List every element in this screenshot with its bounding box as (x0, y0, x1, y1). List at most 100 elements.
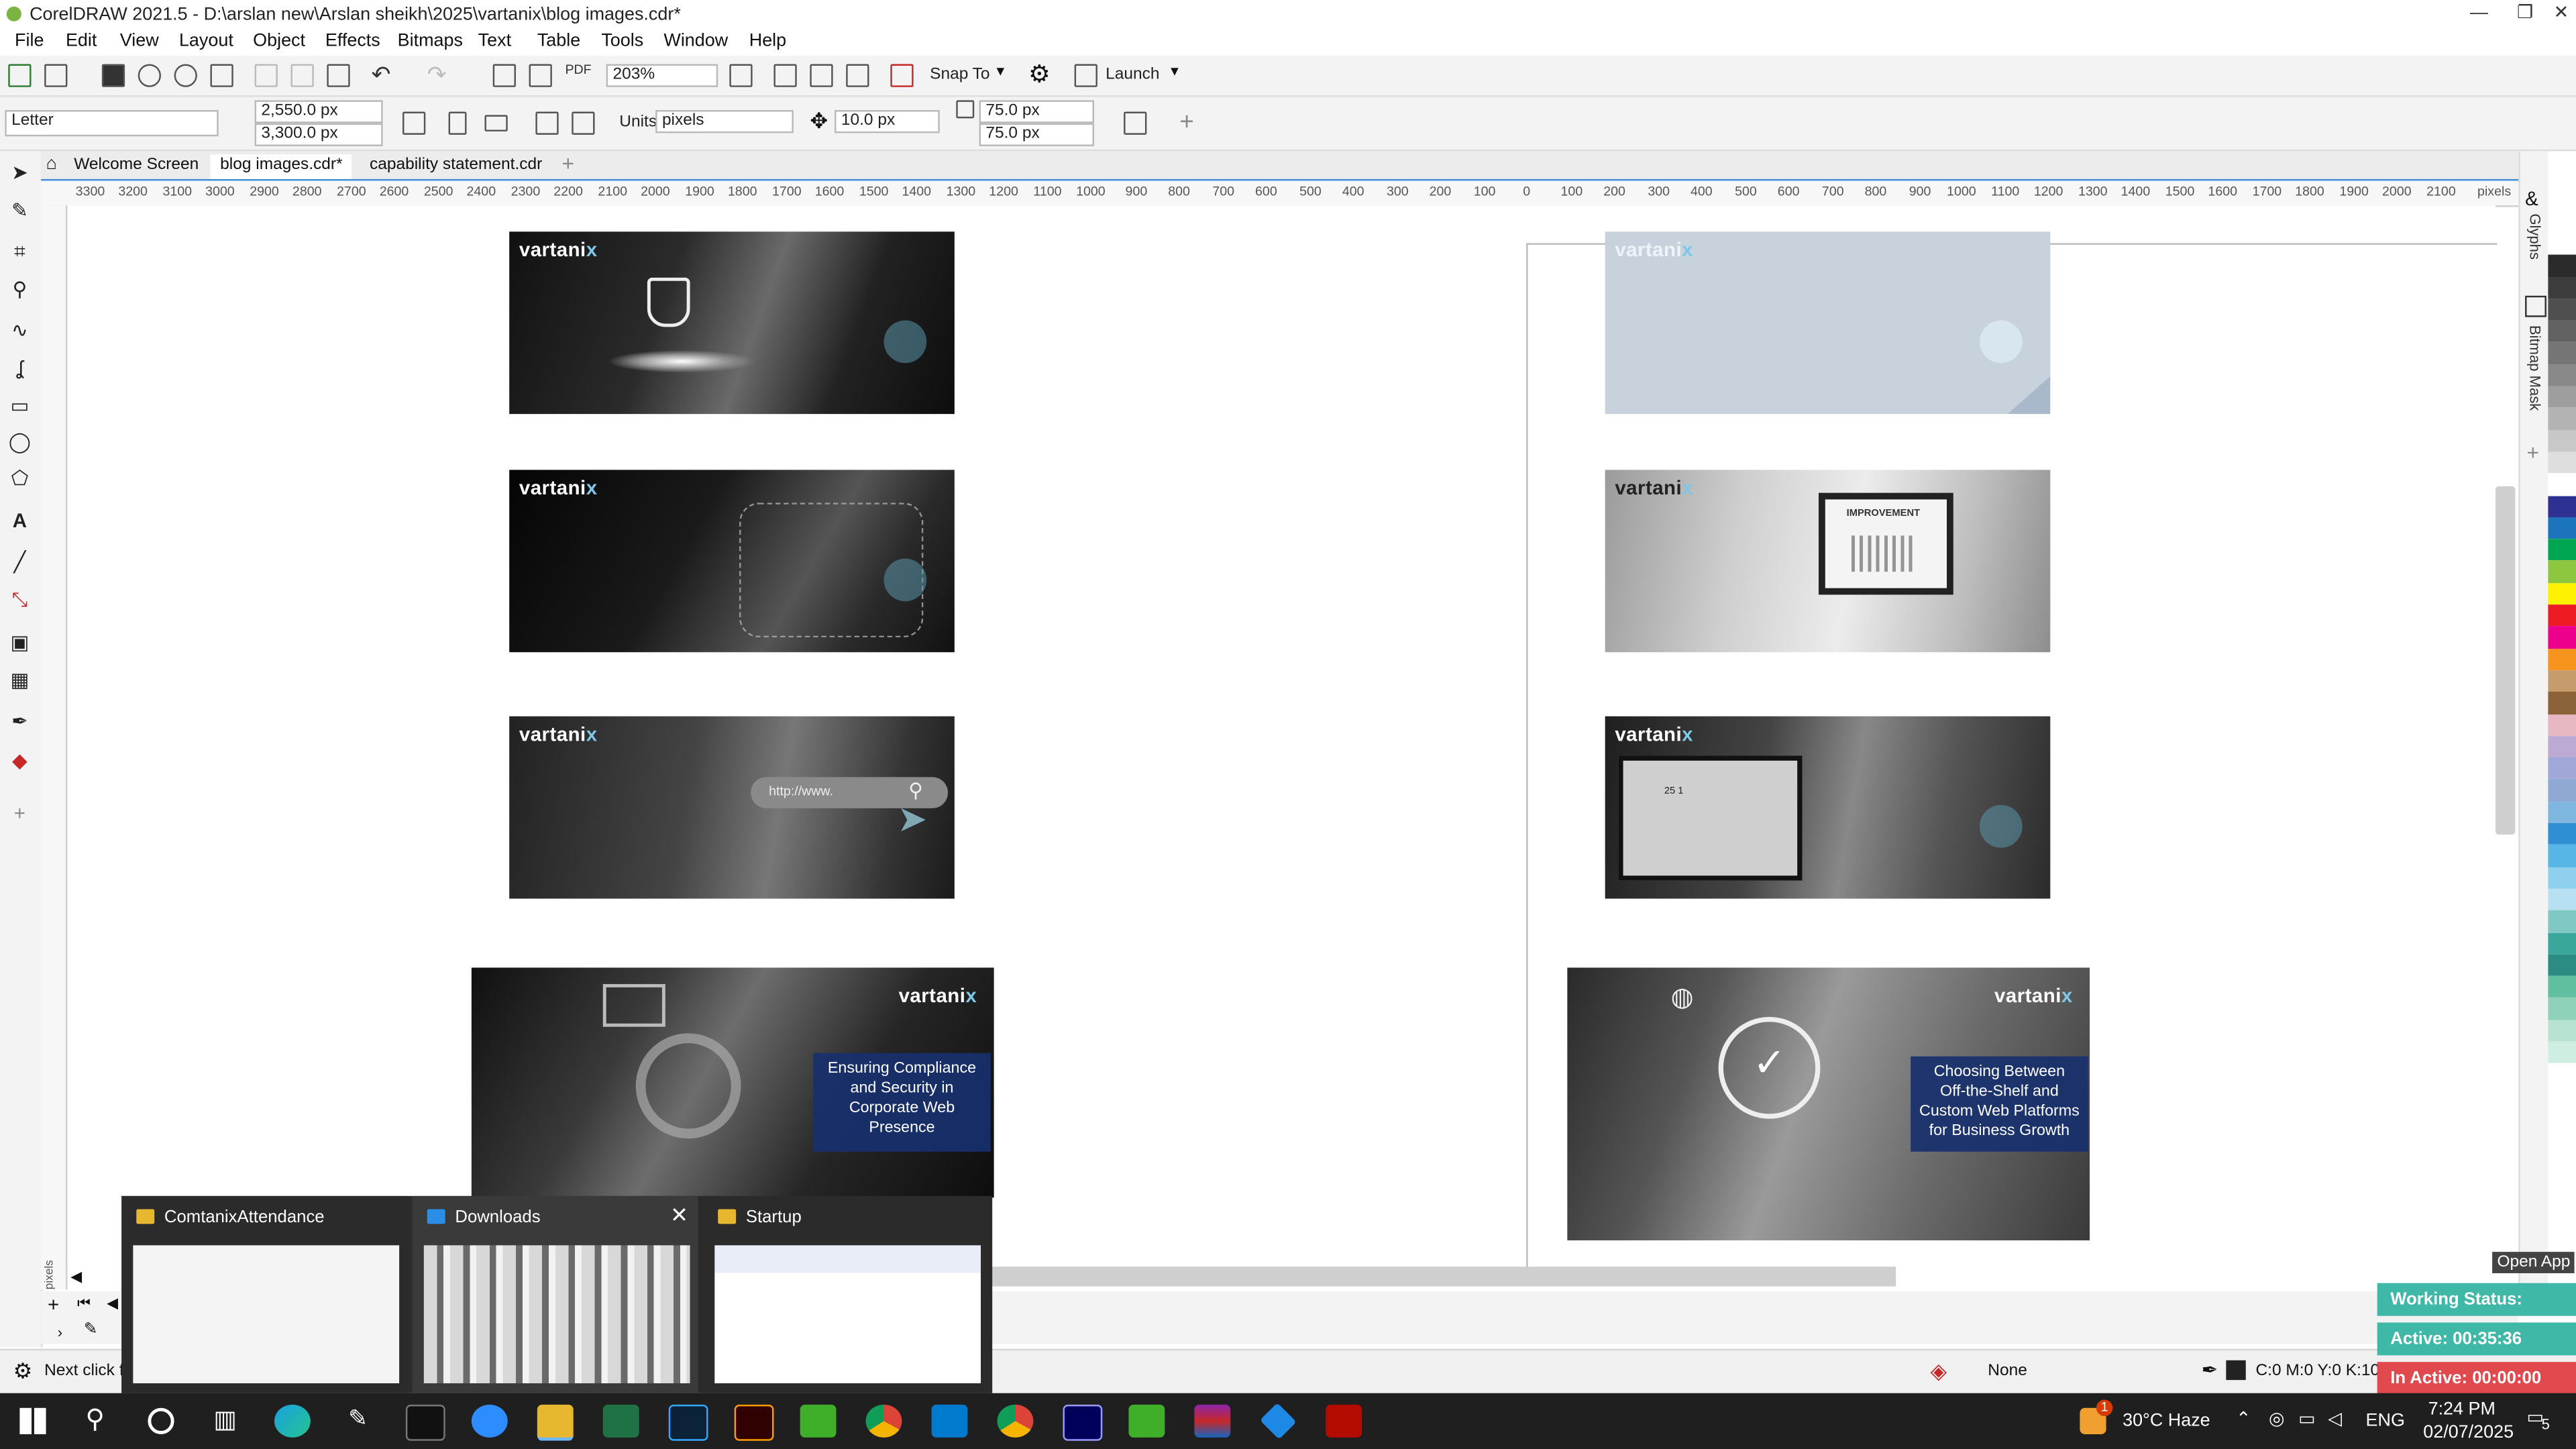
artistic-media-icon[interactable]: ʆ (8, 356, 31, 379)
palette-swatch[interactable] (2548, 822, 2576, 845)
winrar-icon[interactable] (1194, 1404, 1231, 1438)
vertical-scrollbar[interactable] (2496, 486, 2516, 835)
alignment-guides-icon[interactable] (890, 64, 914, 87)
palette-swatch[interactable] (2548, 779, 2576, 802)
palette-swatch[interactable] (2548, 1020, 2576, 1042)
search-icon[interactable]: ⚲ (85, 1403, 105, 1436)
all-pages-icon[interactable] (535, 111, 559, 135)
palette-swatch[interactable] (2548, 867, 2576, 889)
tab-blog-images[interactable]: blog images.cdr* (210, 154, 353, 179)
terminal-icon[interactable] (405, 1404, 445, 1441)
palette-swatch[interactable] (2548, 408, 2576, 430)
previous-page-icon[interactable]: ◀ (107, 1295, 118, 1313)
interactive-fill-icon[interactable]: ◆ (8, 749, 31, 772)
clock-time[interactable]: 7:24 PM (2428, 1400, 2496, 1419)
volume-icon[interactable]: ◁ (2328, 1408, 2342, 1429)
horizontal-scrollbar[interactable] (969, 1267, 1896, 1287)
full-screen-preview-icon[interactable] (773, 64, 797, 87)
blog-image-network-touch[interactable]: vartanix (509, 470, 955, 653)
pick-tool-icon[interactable]: ➤ (8, 161, 31, 184)
horizontal-ruler[interactable]: 3300 3200 3100 3000 2900 2800 2700 2600 … (41, 180, 2519, 207)
menu-table[interactable]: Table (537, 32, 580, 51)
duplicate-y-field[interactable]: 75.0 px (979, 123, 1095, 146)
vertical-ruler[interactable]: pixels (41, 205, 68, 1290)
camera-icon[interactable]: ◎ (2269, 1408, 2285, 1429)
palette-swatch[interactable] (2548, 757, 2576, 780)
palette-swatch[interactable] (2548, 429, 2576, 452)
thumbnail-downloads[interactable]: Downloads ✕ (412, 1195, 698, 1393)
scroll-left-icon[interactable]: ◀ (70, 1269, 82, 1287)
tab-welcome-screen[interactable]: Welcome Screen (64, 154, 209, 179)
crop-tool-icon[interactable]: ⌗ (8, 240, 31, 263)
menu-window[interactable]: Window (663, 32, 728, 51)
bitmap-mask-icon[interactable] (2525, 295, 2546, 317)
zoom-to-page-icon[interactable] (729, 64, 753, 87)
thumbnail-startup[interactable]: Startup (703, 1195, 989, 1393)
first-page-icon[interactable]: ⏮ (77, 1295, 91, 1313)
palette-swatch[interactable] (2548, 626, 2576, 649)
palette-swatch[interactable] (2548, 451, 2576, 474)
file-explorer-icon[interactable] (537, 1404, 574, 1441)
settings-icon[interactable]: ⚙ (13, 1358, 33, 1385)
palette-swatch[interactable] (2548, 517, 2576, 539)
vscode-icon[interactable] (931, 1404, 968, 1438)
chrome-icon[interactable] (865, 1404, 902, 1438)
palette-swatch[interactable] (2548, 1041, 2576, 1064)
eyedropper-icon[interactable]: ✒ (8, 710, 31, 733)
portrait-icon[interactable] (448, 111, 467, 135)
blog-image-custom-platforms[interactable]: vartanix ✓ ◍ Choosing Between Off-the-Sh… (1567, 967, 2090, 1240)
palette-swatch[interactable] (2548, 276, 2576, 299)
paste-icon[interactable] (327, 64, 350, 87)
thumbnail-comtanix[interactable]: ComtanixAttendance (121, 1195, 408, 1393)
copy-icon[interactable] (290, 64, 314, 87)
launch-icon[interactable] (1074, 64, 1097, 87)
menu-edit[interactable]: Edit (66, 32, 97, 51)
show-grid-icon[interactable] (810, 64, 833, 87)
zoom-tool-icon[interactable]: ⚲ (8, 278, 31, 301)
new-document-icon[interactable] (8, 64, 32, 87)
edge-icon[interactable] (274, 1404, 311, 1438)
units-dropdown[interactable]: pixels (655, 110, 794, 133)
dimension-tool-icon[interactable]: ╱ (8, 550, 31, 573)
gear-icon[interactable]: ⚙ (1028, 59, 1051, 89)
docker-tab-bitmap-mask[interactable]: Bitmap Mask (2527, 325, 2543, 411)
chevron-up-icon[interactable]: ⌃ (2236, 1408, 2251, 1429)
palette-swatch[interactable] (2548, 998, 2576, 1020)
import-icon[interactable] (492, 64, 516, 87)
palette-swatch[interactable] (2548, 604, 2576, 627)
palette-swatch[interactable] (2548, 539, 2576, 561)
coreldraw-icon[interactable] (800, 1404, 837, 1438)
publish-pdf-icon[interactable]: PDF (565, 62, 591, 77)
landscape-icon[interactable] (484, 115, 508, 131)
redo-icon[interactable]: ↷ (427, 61, 447, 89)
chevron-down-icon[interactable]: ▼ (994, 64, 1007, 79)
blog-image-laptop-ecommerce[interactable]: vartanix 25 1 (1605, 716, 2051, 899)
nudge-distance-field[interactable]: 10.0 px (835, 110, 940, 133)
menu-file[interactable]: File (15, 32, 44, 51)
zoom-level-field[interactable]: 203% (606, 64, 718, 87)
menu-object[interactable]: Object (253, 32, 305, 51)
corel-connect-icon[interactable] (1260, 1403, 1297, 1440)
add-docker-icon[interactable]: + (2527, 440, 2540, 465)
drop-shadow-icon[interactable]: ▣ (8, 631, 31, 653)
menu-text[interactable]: Text (478, 32, 511, 51)
menu-layout[interactable]: Layout (179, 32, 233, 51)
palette-swatch[interactable] (2548, 255, 2576, 277)
minimize-button[interactable]: — (2455, 0, 2504, 30)
current-page-icon[interactable] (572, 111, 595, 135)
expand-icon[interactable]: › (58, 1324, 62, 1340)
acrobat-icon[interactable] (1326, 1404, 1362, 1438)
excel-icon[interactable] (602, 1404, 639, 1438)
open-icon[interactable] (44, 64, 68, 87)
corel-photo-icon[interactable] (1128, 1404, 1165, 1438)
transparency-icon[interactable]: ▦ (8, 669, 31, 692)
palette-swatch[interactable] (2548, 845, 2576, 867)
clock-date[interactable]: 02/07/2025 (2423, 1423, 2514, 1442)
menu-view[interactable]: View (120, 32, 159, 51)
palette-swatch[interactable] (2548, 714, 2576, 736)
new-tab-icon[interactable]: + (562, 151, 575, 176)
page-size-dropdown[interactable]: Letter (5, 110, 219, 137)
page-width-field[interactable]: 2,550.0 px (254, 100, 383, 123)
page-height-field[interactable]: 3,300.0 px (254, 123, 383, 146)
chrome-profile-icon[interactable] (997, 1404, 1034, 1438)
